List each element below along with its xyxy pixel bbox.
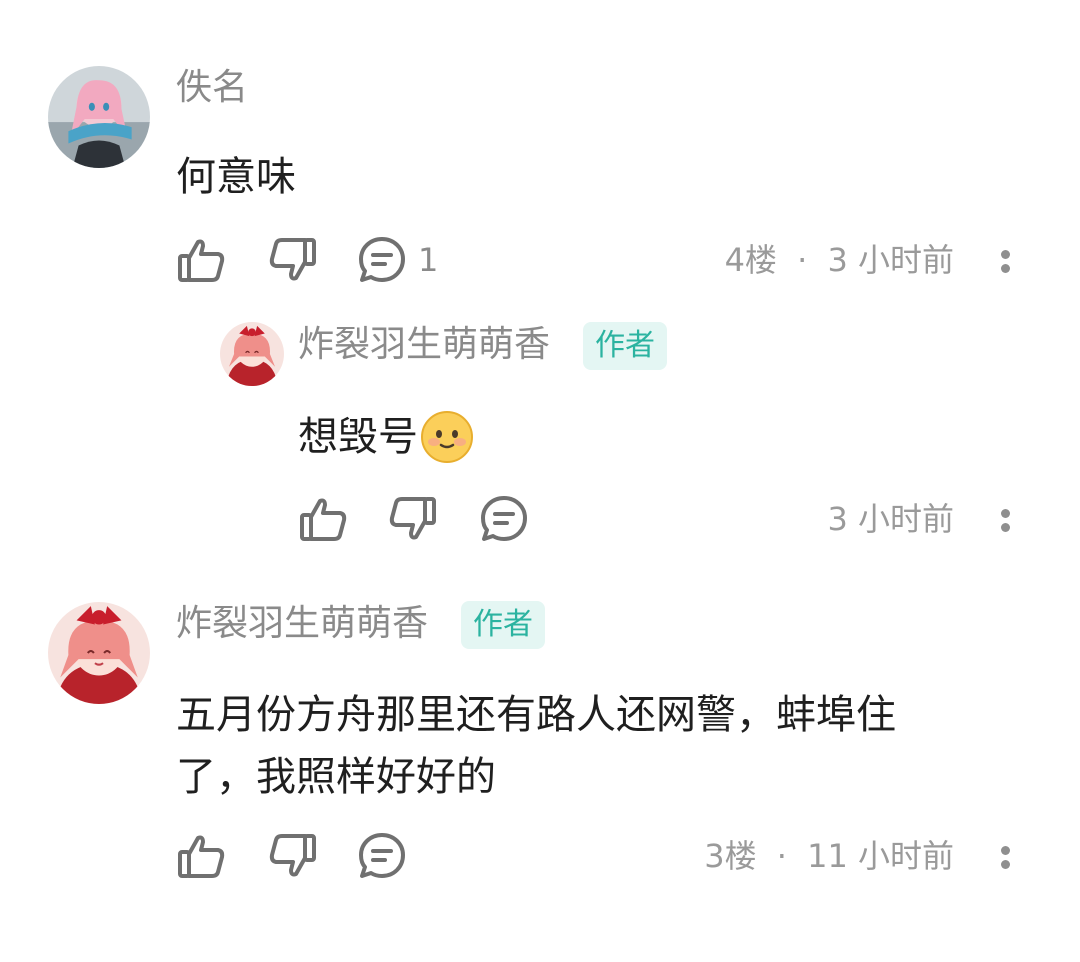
- username[interactable]: 炸裂羽生萌萌香: [176, 602, 428, 646]
- comment-bubble-icon: [359, 833, 405, 878]
- timestamp: 3 小时前: [827, 500, 954, 538]
- more-options-button[interactable]: [995, 830, 1015, 882]
- like-button[interactable]: [176, 234, 228, 286]
- reply-meta: 3 小时前: [827, 493, 954, 545]
- avatar[interactable]: [48, 66, 150, 168]
- reply-avatar[interactable]: [220, 322, 284, 386]
- more-vertical-icon: [1001, 250, 1010, 259]
- thumbs-down-icon: [389, 497, 436, 540]
- thumbs-up-icon: [300, 498, 347, 541]
- reply-text: 想毁号: [298, 406, 474, 468]
- comment-item: 佚名 何意味 1 4楼 · 3 小时前 炸裂羽生萌萌香 作者 想毁号 3 小时前: [0, 0, 1080, 560]
- reply-button[interactable]: [356, 234, 408, 286]
- separator-dot: ·: [797, 241, 808, 279]
- timestamp: 3 小时前: [827, 241, 954, 279]
- reply-count[interactable]: 1: [418, 234, 438, 286]
- reply-text-content: 想毁号: [298, 414, 418, 460]
- comment-bubble-icon: [481, 496, 527, 541]
- timestamp: 11 小时前: [807, 837, 954, 875]
- author-badge: 作者: [461, 601, 545, 649]
- comment-item: 炸裂羽生萌萌香 作者 五月份方舟那里还有路人还网警，蚌埠住 了，我照样好好的 3…: [0, 560, 1080, 962]
- username[interactable]: 佚名: [176, 66, 248, 110]
- thumbs-down-icon: [269, 238, 316, 281]
- like-button[interactable]: [176, 830, 228, 882]
- avatar[interactable]: [48, 602, 150, 704]
- reply-dislike-button[interactable]: [386, 493, 438, 545]
- slightly-smiling-face-icon: [421, 411, 473, 463]
- floor-number: 3楼: [704, 837, 757, 875]
- dislike-button[interactable]: [266, 234, 318, 286]
- separator-dot: ·: [776, 837, 787, 875]
- comment-meta: 4楼 · 3 小时前: [725, 234, 954, 286]
- comment-text: 五月份方舟那里还有路人还网警，蚌埠住 了，我照样好好的: [176, 684, 1016, 808]
- comment-text-line: 了，我照样好好的: [176, 754, 496, 800]
- comment-text: 何意味: [176, 154, 296, 200]
- comment-meta: 3楼 · 11 小时前: [704, 830, 954, 882]
- thumbs-down-icon: [269, 834, 316, 877]
- comment-bubble-icon: [359, 237, 405, 282]
- more-vertical-icon: [1001, 509, 1010, 518]
- reply-reply-button[interactable]: [478, 493, 530, 545]
- reply-button[interactable]: [356, 830, 408, 882]
- floor-number: 4楼: [724, 241, 777, 279]
- reply-username[interactable]: 炸裂羽生萌萌香: [298, 323, 550, 367]
- reply-more-options-button[interactable]: [995, 493, 1015, 545]
- more-options-button[interactable]: [995, 234, 1015, 286]
- thumbs-up-icon: [178, 239, 225, 282]
- comment-text-line: 五月份方舟那里还有路人还网警，蚌埠住: [176, 692, 896, 738]
- thumbs-up-icon: [178, 835, 225, 878]
- dislike-button[interactable]: [266, 830, 318, 882]
- more-vertical-icon: [1001, 846, 1010, 855]
- reply-like-button[interactable]: [298, 493, 350, 545]
- author-badge: 作者: [583, 322, 667, 370]
